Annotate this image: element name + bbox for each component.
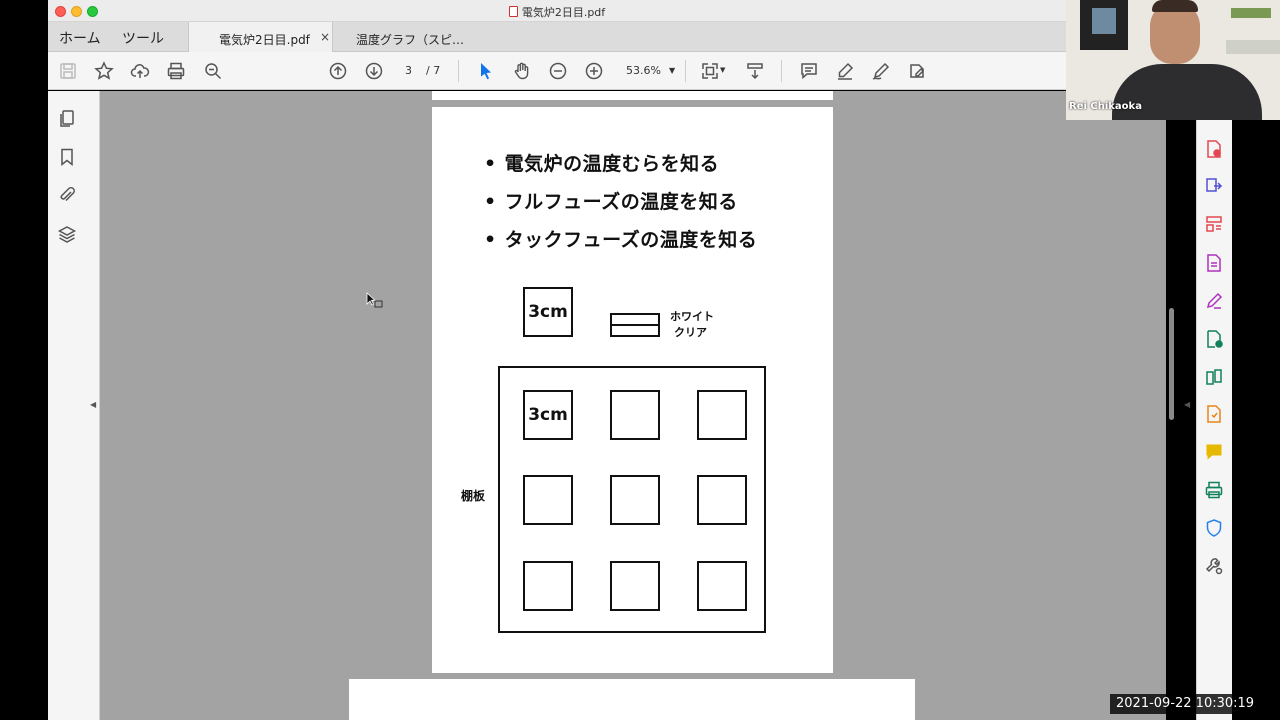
page-total: / 7 <box>426 64 441 77</box>
recording-timestamp: 2021-09-22 10:30:19 <box>1110 694 1270 714</box>
bullet-text: タックフューズの温度を知る <box>484 225 757 252</box>
document-viewer[interactable]: 電気炉の温度むらを知る フルフューズの温度を知る タックフューズの温度を知る 3… <box>100 91 1166 720</box>
layers-icon[interactable] <box>57 224 77 244</box>
more-tools-icon[interactable] <box>1204 556 1224 576</box>
scroll-mode-icon[interactable] <box>745 61 765 81</box>
zoom-out-icon[interactable] <box>548 61 568 81</box>
plant <box>1231 8 1271 18</box>
mouse-pointer-icon <box>366 292 383 308</box>
wall-art-inner <box>1092 8 1116 34</box>
fill-sign-icon[interactable] <box>907 61 927 81</box>
chevron-down-icon[interactable]: ▼ <box>669 66 675 75</box>
save-icon[interactable] <box>58 61 78 81</box>
right-tools-pane <box>1196 120 1232 720</box>
chevron-down-icon[interactable]: ▼ <box>720 66 725 74</box>
cloud-upload-icon[interactable] <box>130 61 150 81</box>
next-page-icon[interactable] <box>364 61 384 81</box>
sample-size-label: 3cm <box>528 405 568 425</box>
sample-square <box>697 475 747 525</box>
sample-square <box>610 390 660 440</box>
window-titlebar: 電気炉2日目.pdf <box>48 0 1066 22</box>
export-pdf-icon[interactable] <box>1204 176 1224 196</box>
star-icon[interactable] <box>94 61 114 81</box>
previous-page-edge <box>432 91 833 100</box>
comment-icon[interactable] <box>799 61 819 81</box>
print-icon[interactable] <box>166 61 186 81</box>
toolbar-divider <box>685 60 686 82</box>
bullet-text: フルフューズの温度を知る <box>484 187 738 214</box>
protect-document-icon[interactable] <box>1204 404 1224 424</box>
sample-square <box>523 475 573 525</box>
toolbar-divider <box>458 60 459 82</box>
window-title: 電気炉2日目.pdf <box>48 4 1066 20</box>
organize-pages-icon[interactable] <box>1204 214 1224 234</box>
sign-icon[interactable] <box>1204 291 1224 311</box>
toolbar-divider <box>781 60 782 82</box>
participant-name: Rei Chikaoka <box>1069 101 1142 112</box>
edit-pdf-icon[interactable] <box>1204 253 1224 273</box>
hand-tool-icon[interactable] <box>512 61 532 81</box>
page-fit-icon[interactable] <box>700 61 720 81</box>
current-page-field[interactable]: 3 <box>405 64 412 77</box>
send-for-review-icon[interactable] <box>1204 329 1224 349</box>
tab-document-label: 温度グラフ（スピ… <box>356 33 465 47</box>
bookmark-icon[interactable] <box>57 147 77 167</box>
next-page-edge <box>349 679 915 720</box>
participant-hair <box>1152 0 1198 12</box>
sample-square <box>697 561 747 611</box>
sample-square <box>697 390 747 440</box>
legend-size-box: 3cm <box>523 287 573 337</box>
zoom-search-icon[interactable] <box>203 61 223 81</box>
legend-size-label: 3cm <box>528 302 568 322</box>
bullet-text: 電気炉の温度むらを知る <box>484 149 719 176</box>
page-thumbnails-icon[interactable] <box>57 108 77 128</box>
zoom-level-select[interactable]: 53.6% <box>626 64 661 77</box>
pdf-page: 電気炉の温度むらを知る フルフューズの温度を知る タックフューズの温度を知る 3… <box>432 107 833 673</box>
print-production-icon[interactable] <box>1204 480 1224 500</box>
compare-files-icon[interactable] <box>1204 367 1224 387</box>
sample-square <box>610 561 660 611</box>
previous-page-icon[interactable] <box>328 61 348 81</box>
collapse-right-pane-icon[interactable]: ◀ <box>1184 400 1190 409</box>
tab-home[interactable]: ホーム <box>59 28 101 48</box>
sample-square <box>610 475 660 525</box>
highlight-pen-icon[interactable] <box>835 61 855 81</box>
pdf-file-icon <box>508 6 518 17</box>
tab-document-label: 電気炉2日目.pdf <box>219 33 310 47</box>
participant-video: Rei Chikaoka <box>1066 0 1280 120</box>
select-arrow-icon[interactable] <box>476 61 496 81</box>
create-pdf-icon[interactable] <box>1204 139 1224 159</box>
sample-square <box>523 561 573 611</box>
sample-square: 3cm <box>523 390 573 440</box>
protect-shield-icon[interactable] <box>1204 518 1224 538</box>
comment-tool-icon[interactable] <box>1204 442 1224 462</box>
left-navigation-pane: ◀ <box>48 91 100 720</box>
background-shelf <box>1226 40 1280 54</box>
legend-glass-label-clear: クリア <box>674 326 707 339</box>
tab-bar: ホーム ツール 電気炉2日目.pdf × 温度グラフ（スピ… <box>48 22 1066 52</box>
tab-tools[interactable]: ツール <box>122 28 164 48</box>
tab-document-active[interactable]: 電気炉2日目.pdf × <box>188 22 333 52</box>
tab-document-graph[interactable]: 温度グラフ（スピ… <box>326 22 476 52</box>
paperclip-icon[interactable] <box>57 185 77 205</box>
draw-pen-icon[interactable] <box>871 61 891 81</box>
vertical-scrollbar[interactable] <box>1169 308 1174 420</box>
collapse-left-pane-icon[interactable]: ◀ <box>90 400 96 409</box>
zoom-in-icon[interactable] <box>584 61 604 81</box>
legend-glass-symbol <box>610 313 660 337</box>
shelf-label: 棚板 <box>461 489 486 503</box>
legend-glass-label-white: ホワイト <box>670 310 714 323</box>
toolbar: 3 / 7 53.6% ▼ ▼ <box>48 52 1066 90</box>
